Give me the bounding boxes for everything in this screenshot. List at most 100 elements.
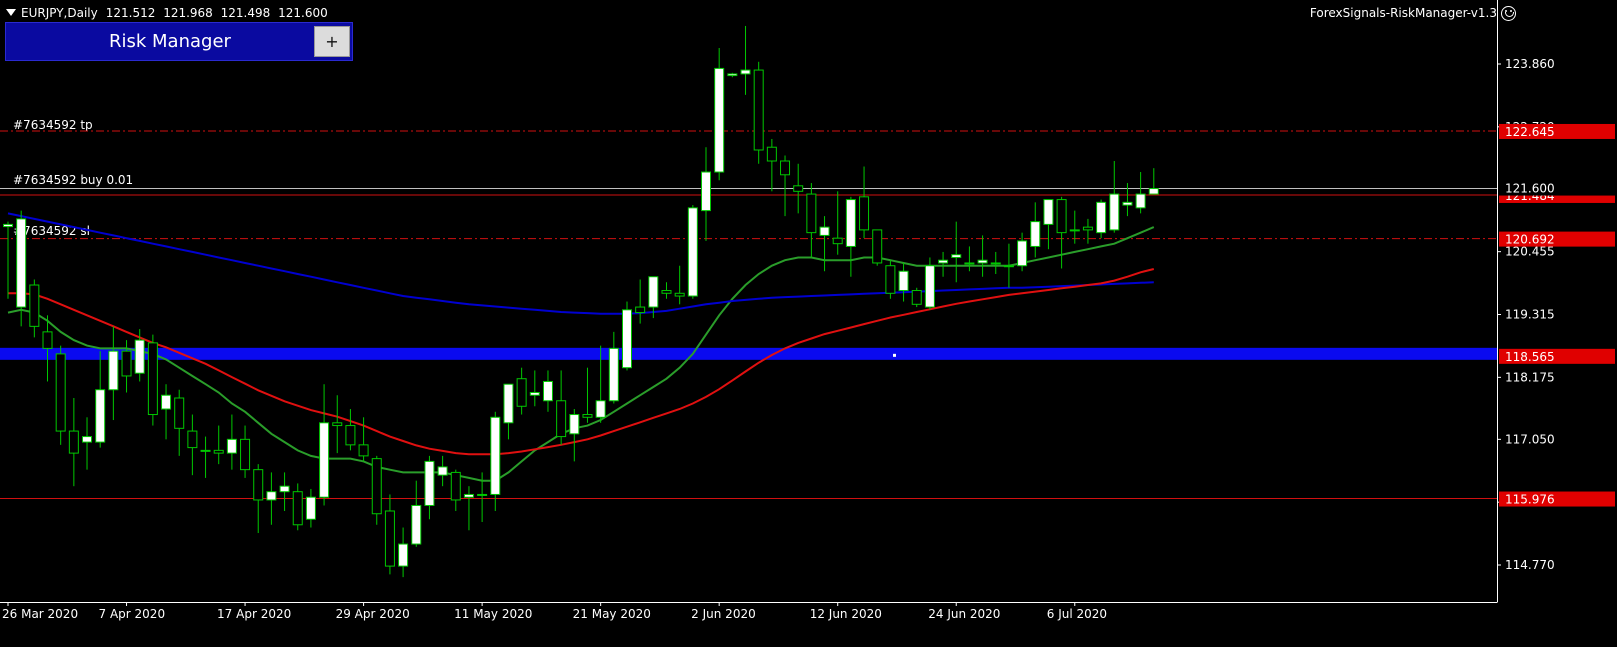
candle [938, 251, 949, 277]
candle [740, 25, 751, 95]
candle-body [384, 510, 395, 567]
candle-body [872, 229, 883, 264]
candle [714, 48, 725, 181]
time-tick-label: 21 May 2020 [573, 607, 651, 621]
candle-body [556, 400, 567, 438]
candle-body [477, 493, 488, 496]
price-chart[interactable]: 123.860122.720121.600120.455119.315118.1… [0, 0, 1617, 647]
candle-body [108, 350, 119, 391]
time-tick-label: 24 Jun 2020 [928, 607, 1000, 621]
candle-body [832, 237, 843, 245]
candle [319, 384, 330, 506]
time-tick-label: 17 Apr 2020 [217, 607, 291, 621]
price-tick-label: 117.050 [1505, 432, 1555, 446]
candle-body [674, 292, 685, 297]
candle [279, 472, 290, 511]
candle [42, 315, 53, 382]
candle-body [621, 309, 632, 369]
candle-body [279, 485, 290, 493]
candle-body [3, 223, 13, 228]
candle [332, 395, 343, 454]
candle [845, 196, 856, 277]
candle [1096, 199, 1107, 239]
candle-body [753, 69, 764, 151]
candle [108, 326, 119, 421]
candle [345, 409, 356, 451]
price-tick-label: 114.770 [1505, 558, 1555, 572]
candle [437, 455, 448, 487]
candle [819, 216, 830, 272]
candle [661, 282, 672, 299]
candle-body [1135, 193, 1146, 209]
price-tag-label: 120.692 [1505, 233, 1555, 247]
candle-body [121, 350, 132, 377]
candle [371, 455, 382, 525]
candle-body [1069, 229, 1080, 232]
candle [766, 138, 777, 192]
price-tag-label: 122.645 [1505, 125, 1555, 139]
candle-body [635, 306, 646, 314]
candle-body [990, 262, 1001, 265]
candle-body [29, 284, 40, 327]
candle [1109, 161, 1120, 233]
candle-body [1082, 226, 1093, 231]
candle [187, 414, 198, 476]
candle [635, 279, 646, 324]
candle [29, 279, 40, 338]
candle [424, 455, 435, 520]
candle [608, 331, 619, 404]
candle-body [490, 416, 501, 495]
candle [174, 389, 185, 456]
candle [621, 301, 632, 371]
time-tick-label: 6 Jul 2020 [1047, 607, 1107, 621]
candle-body [437, 466, 448, 476]
candle-body [55, 353, 66, 432]
candle-body [305, 496, 316, 520]
candle [780, 155, 791, 217]
candle [951, 221, 962, 283]
candle-body [793, 185, 804, 192]
band-marker [893, 353, 896, 357]
price-tag-label: 118.565 [1505, 350, 1555, 364]
candle [240, 425, 251, 478]
candle [1122, 183, 1133, 217]
candle [806, 183, 817, 258]
candle [911, 287, 922, 308]
candle [898, 262, 909, 302]
candle-body [424, 460, 435, 506]
candle [147, 334, 158, 426]
candle-body [687, 207, 698, 297]
candle-body [529, 391, 540, 396]
candle-body [964, 262, 975, 265]
candle-body [911, 290, 922, 305]
candle-body [266, 491, 277, 501]
candle [266, 472, 277, 525]
candle [859, 166, 870, 239]
candle-body [740, 69, 751, 75]
candle [411, 480, 422, 547]
candle-body [516, 378, 527, 407]
candle-body [226, 438, 237, 454]
candle-body [780, 160, 791, 176]
candle [885, 260, 896, 299]
candle [16, 210, 27, 327]
candle-body [951, 254, 962, 258]
candle-body [1148, 188, 1159, 195]
candle [161, 384, 172, 440]
candle [542, 370, 553, 412]
candle-body [345, 425, 356, 446]
candle [253, 464, 264, 534]
candle-body [885, 265, 896, 294]
candle [556, 370, 567, 445]
candle-body [95, 389, 106, 443]
candle [1148, 168, 1159, 195]
price-tick-label: 119.315 [1505, 308, 1555, 322]
candle-body [1109, 193, 1120, 231]
candle-body [332, 422, 343, 427]
candle-body [977, 259, 988, 264]
candle-body [727, 73, 738, 77]
candle [529, 370, 540, 407]
price-tag-label: 121.600 [1505, 182, 1555, 196]
candle-body [938, 259, 949, 264]
candle-body [503, 383, 514, 424]
